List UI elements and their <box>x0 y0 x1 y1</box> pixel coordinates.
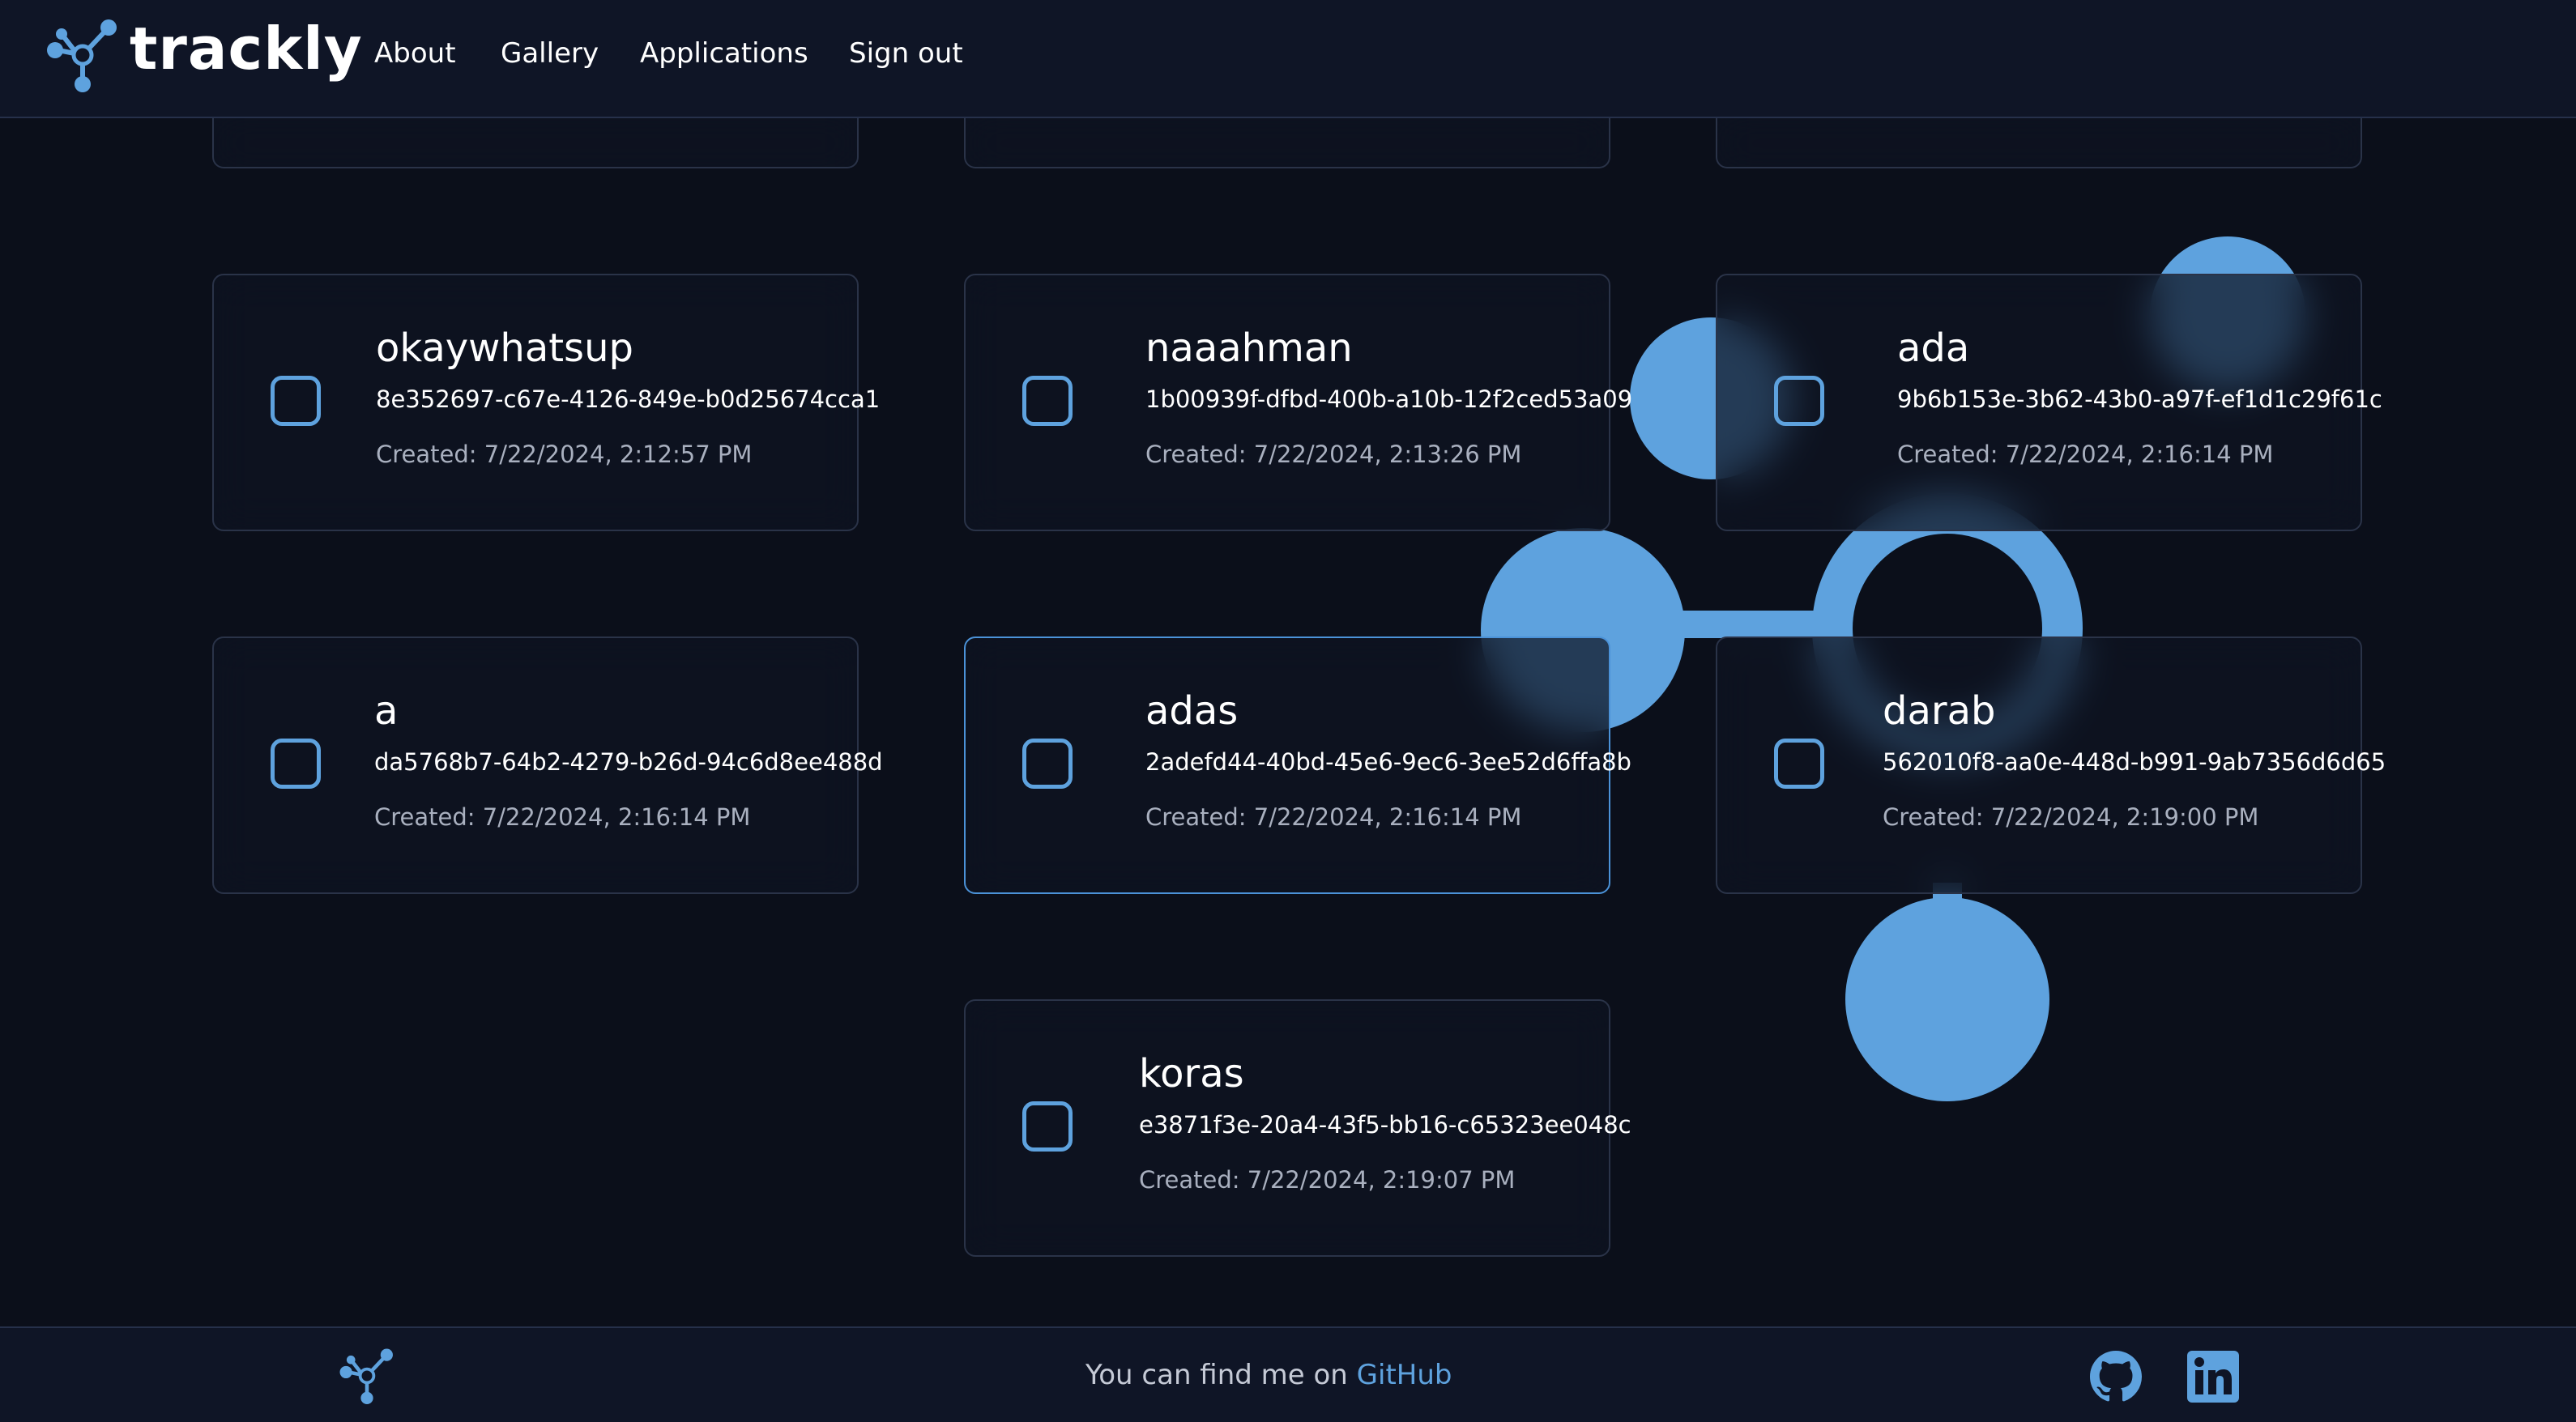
application-id: 8e352697-c67e-4126-849e-b0d25674cca1 <box>376 385 881 413</box>
brand-name[interactable]: trackly <box>130 15 363 83</box>
application-id: 1b00939f-dfbd-400b-a10b-12f2ced53a09 <box>1145 385 1633 413</box>
application-created: Created: 7/22/2024, 2:13:26 PM <box>1145 441 1522 468</box>
application-card[interactable]: naaahman 1b00939f-dfbd-400b-a10b-12f2ced… <box>964 274 1632 531</box>
application-created: Created: 7/22/2024, 2:19:07 PM <box>1139 1166 1516 1194</box>
select-checkbox[interactable] <box>1022 1101 1073 1152</box>
application-name: koras <box>1139 1051 1244 1096</box>
application-card-partial[interactable] <box>212 118 859 168</box>
select-checkbox[interactable] <box>1774 739 1824 789</box>
application-id: 9b6b153e-3b62-43b0-a97f-ef1d1c29f61c <box>1897 385 2382 413</box>
trackly-logo-icon[interactable] <box>339 1347 395 1404</box>
application-name: okaywhatsup <box>376 326 633 371</box>
application-card[interactable]: koras e3871f3e-20a4-43f5-bb16-c65323ee04… <box>964 999 1631 1257</box>
applications-grid: okaywhatsup 8e352697-c67e-4126-849e-b0d2… <box>0 0 2576 1422</box>
nav-gallery[interactable]: Gallery <box>501 37 599 70</box>
nav-about[interactable]: About <box>374 37 456 70</box>
application-card-selected[interactable]: adas 2adefd44-40bd-45e6-9ec6-3ee52d6ffa8… <box>964 636 1631 894</box>
application-id: e3871f3e-20a4-43f5-bb16-c65323ee048c <box>1139 1111 1631 1139</box>
select-checkbox[interactable] <box>1022 376 1073 426</box>
page-footer: You can find me on GitHub <box>0 1326 2576 1422</box>
linkedin-icon[interactable] <box>2187 1351 2239 1403</box>
footer-credit: You can find me on GitHub <box>1085 1359 1452 1391</box>
application-name: naaahman <box>1145 326 1353 371</box>
application-name: ada <box>1897 326 1970 371</box>
application-id: 2adefd44-40bd-45e6-9ec6-3ee52d6ffa8b <box>1145 748 1631 776</box>
top-navbar: trackly About Gallery Applications Sign … <box>0 0 2576 118</box>
nav-sign-out[interactable]: Sign out <box>849 37 963 70</box>
application-created: Created: 7/22/2024, 2:16:14 PM <box>1145 803 1522 831</box>
application-card[interactable]: ada 9b6b153e-3b62-43b0-a97f-ef1d1c29f61c… <box>1716 274 2382 531</box>
github-icon[interactable] <box>2090 1351 2142 1403</box>
nav-applications[interactable]: Applications <box>640 37 808 70</box>
application-created: Created: 7/22/2024, 2:12:57 PM <box>376 441 753 468</box>
application-created: Created: 7/22/2024, 2:19:00 PM <box>1883 803 2259 831</box>
select-checkbox[interactable] <box>1774 376 1824 426</box>
application-id: 562010f8-aa0e-448d-b991-9ab7356d6d65 <box>1883 748 2386 776</box>
application-id: da5768b7-64b2-4279-b26d-94c6d8ee488d <box>374 748 883 776</box>
select-checkbox[interactable] <box>1022 739 1073 789</box>
application-card[interactable]: a da5768b7-64b2-4279-b26d-94c6d8ee488d C… <box>212 636 883 894</box>
select-checkbox[interactable] <box>271 376 321 426</box>
application-card-partial[interactable] <box>1716 118 2362 168</box>
trackly-logo-icon[interactable] <box>45 18 120 92</box>
select-checkbox[interactable] <box>271 739 321 789</box>
footer-credit-text: You can find me on <box>1085 1359 1348 1391</box>
application-card[interactable]: okaywhatsup 8e352697-c67e-4126-849e-b0d2… <box>212 274 880 531</box>
application-created: Created: 7/22/2024, 2:16:14 PM <box>1897 441 2274 468</box>
application-card[interactable]: darab 562010f8-aa0e-448d-b991-9ab7356d6d… <box>1716 636 2386 894</box>
application-name: a <box>374 688 399 734</box>
application-created: Created: 7/22/2024, 2:16:14 PM <box>374 803 751 831</box>
application-card-partial[interactable] <box>964 118 1610 168</box>
application-name: darab <box>1883 688 1996 734</box>
github-link[interactable]: GitHub <box>1357 1359 1452 1391</box>
application-name: adas <box>1145 688 1239 734</box>
